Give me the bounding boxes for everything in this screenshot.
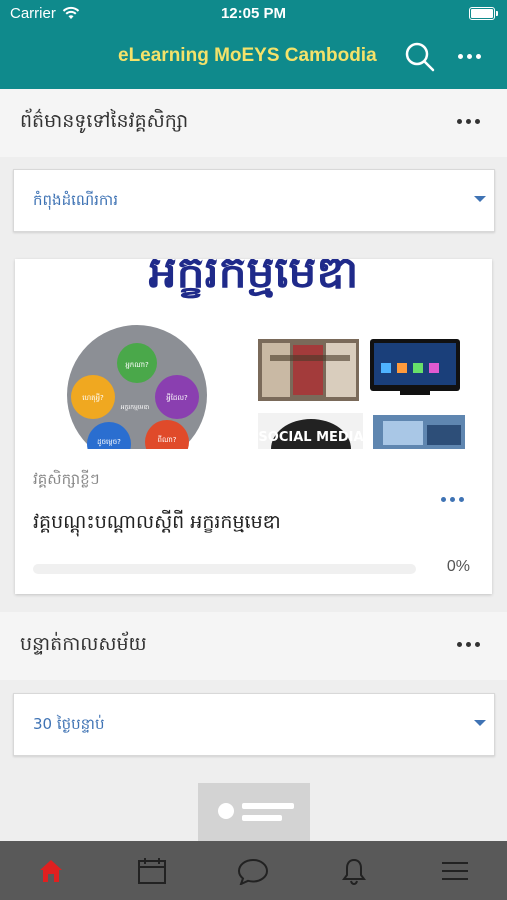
banner-circle-label: អក្ខរកម្មមេឌា <box>121 404 150 411</box>
tab-bar <box>0 841 507 900</box>
tab-menu[interactable] <box>404 841 505 900</box>
tab-messages[interactable] <box>202 841 303 900</box>
banner-circle-label: ហេតុអ្វី? <box>82 393 104 403</box>
course-category: វគ្គសិក្សាខ្លីៗ <box>33 470 100 488</box>
tab-notifications[interactable] <box>303 841 404 900</box>
course-banner-image: អក្ខរកម្មមេឌា អ្នកណា? ហេតុអ្វី? អ្វីដែល?… <box>15 259 492 449</box>
banner-graphics: អ្នកណា? ហេតុអ្វី? អ្វីដែល? អក្ខរកម្មមេឌា… <box>67 325 465 449</box>
timeline-header: បន្ទាត់កាលសម័យ <box>0 612 507 680</box>
course-progress-bar <box>33 564 416 574</box>
banner-circle-label: ដូចម្តេច? <box>97 438 121 447</box>
app-title: eLearning MoEYS Cambodia <box>118 45 377 66</box>
social-media-label: SOCIAL MEDIA <box>258 430 363 445</box>
tab-calendar[interactable] <box>101 841 202 900</box>
search-icon[interactable] <box>403 40 437 74</box>
calendar-icon <box>137 858 166 884</box>
course-filter-dropdown[interactable]: កំពុងដំណើរការ <box>13 169 495 232</box>
section-title: ព័ត៌មានទូទៅនៃវគ្គសិក្សា <box>20 110 189 132</box>
course-overview-header: ព័ត៌មានទូទៅនៃវគ្គសិក្សា <box>0 89 507 157</box>
messages-icon <box>237 858 268 885</box>
section-more-icon[interactable] <box>457 119 481 125</box>
course-filter-value: កំពុងដំណើរការ <box>33 191 118 209</box>
course-progress-label: 0% <box>446 558 470 575</box>
chevron-down-icon <box>474 196 486 202</box>
course-card[interactable]: អក្ខរកម្មមេឌា អ្នកណា? ហេតុអ្វី? អ្វីដែល?… <box>15 259 492 594</box>
banner-circle-label: អ្នកណា? <box>125 361 149 369</box>
tab-home[interactable] <box>0 841 101 900</box>
chevron-down-icon <box>474 720 486 726</box>
battery-icon <box>469 7 498 20</box>
banner-circle-label: អ្វីដែល? <box>166 393 188 402</box>
home-icon <box>39 860 62 882</box>
status-time: 12:05 PM <box>220 5 287 22</box>
timeline-filter-dropdown[interactable]: 30 ថ្ងៃបន្ទាប់ <box>13 693 495 756</box>
banner-circle-label: ពីណា? <box>158 435 177 444</box>
course-more-icon[interactable] <box>441 497 465 503</box>
timeline-filter-value: 30 ថ្ងៃបន្ទាប់ <box>33 715 105 733</box>
bell-icon <box>341 858 366 885</box>
menu-icon <box>441 862 468 880</box>
more-icon[interactable] <box>456 46 484 66</box>
course-name[interactable]: វគ្គបណ្តុះបណ្តាលស្តីពី អក្ខរកម្មមេឌា <box>33 510 281 538</box>
section-more-icon[interactable] <box>457 642 481 648</box>
app-header: Carrier 12:05 PM eLearning MoEYS Cambodi… <box>0 0 507 89</box>
status-bar: Carrier 12:05 PM <box>0 0 507 28</box>
empty-state-icon <box>198 783 310 841</box>
section-title: បន្ទាត់កាលសម័យ <box>20 633 147 655</box>
